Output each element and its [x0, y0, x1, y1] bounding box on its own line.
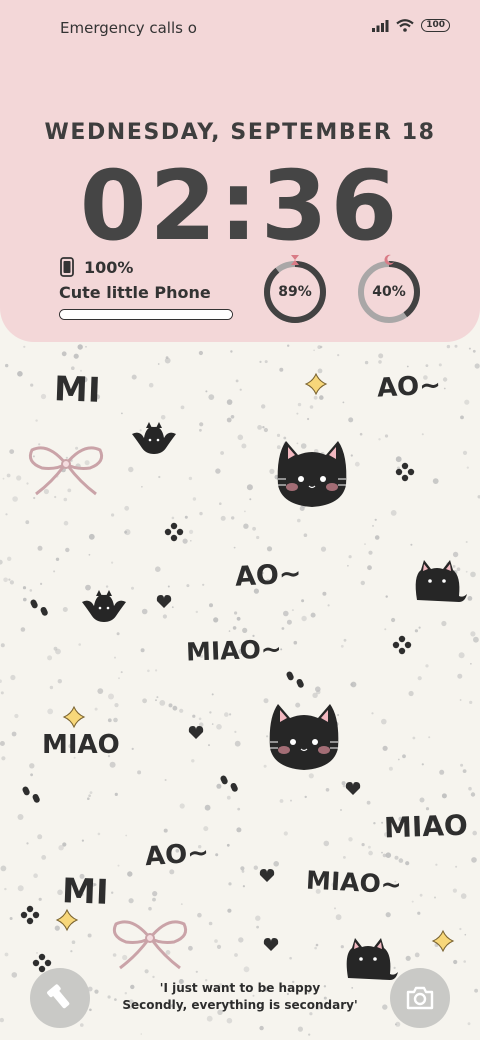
- camera-icon: [406, 986, 434, 1010]
- quote-line-1: 'I just want to be happy: [159, 981, 321, 995]
- device-battery-percent: 100%: [84, 257, 134, 277]
- carrier-text: Emergency calls o: [60, 19, 197, 37]
- signal-icon: [372, 19, 389, 32]
- sleep-gauge-label: 40%: [372, 284, 406, 300]
- flashlight-icon: [47, 984, 70, 1009]
- storage-gauge-label: 89%: [278, 284, 312, 300]
- phone-icon: [60, 257, 74, 277]
- date-label: WEDNESDAY, SEPTEMBER 18: [44, 120, 436, 145]
- sleep-gauge: 40%: [356, 254, 422, 325]
- wifi-icon: [396, 19, 414, 32]
- battery-progress-bar: [59, 309, 233, 320]
- battery-indicator: 100: [421, 19, 450, 32]
- battery-progress-fill: [60, 310, 232, 319]
- wallpaper-art: [20, 373, 467, 980]
- device-battery-row: 100%: [60, 257, 133, 277]
- device-name: Cute little Phone: [59, 283, 211, 302]
- quote-line-2: Secondly, everything is secondary': [122, 998, 358, 1012]
- storage-gauge: 89%: [262, 255, 328, 325]
- lockscreen-quote: 'I just want to be happy Secondly, every…: [120, 980, 360, 1014]
- clock-time: 02:36: [79, 150, 401, 262]
- status-icons: 100: [372, 19, 450, 32]
- camera-button[interactable]: [390, 968, 450, 1028]
- flashlight-button[interactable]: [30, 968, 90, 1028]
- status-bar: Emergency calls o 100: [0, 0, 480, 56]
